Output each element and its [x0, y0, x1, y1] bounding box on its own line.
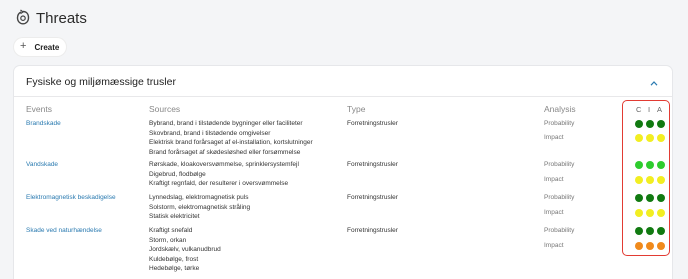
- probability-dots: [635, 161, 665, 169]
- impact-dots: [635, 176, 665, 184]
- integrity-dot: [646, 242, 654, 250]
- source-item: Kraftigt snefald: [149, 227, 193, 234]
- availability-dot: [657, 227, 665, 235]
- create-button[interactable]: + Create: [14, 38, 67, 56]
- probability-dots: [635, 227, 665, 235]
- chevron-up-icon[interactable]: [650, 81, 658, 86]
- availability-dot: [657, 176, 665, 184]
- event-link[interactable]: Vandskade: [26, 160, 58, 170]
- event-link[interactable]: Elektromagnetisk beskadigelse: [26, 193, 116, 203]
- confidentiality-dot: [635, 120, 643, 128]
- availability-dot: [657, 194, 665, 202]
- logo-icon: [16, 9, 30, 25]
- threat-type: Forretningstrusler: [347, 161, 398, 168]
- column-header-integrity: I: [648, 105, 651, 114]
- event-link[interactable]: Brandskade: [26, 119, 61, 129]
- source-item: Skovbrand, brand i tilstødende omgivelse…: [149, 129, 271, 137]
- confidentiality-dot: [635, 161, 643, 169]
- probability-label: Probability: [544, 227, 575, 234]
- probability-dots: [635, 194, 665, 202]
- probability-label: Probability: [544, 161, 575, 168]
- page-title: Threats: [36, 10, 87, 27]
- card-divider: [14, 96, 672, 97]
- column-header-sources: Sources: [149, 104, 181, 114]
- probability-dots: [635, 120, 665, 128]
- probability-label: Probability: [544, 120, 575, 127]
- impact-label: Impact: [544, 242, 564, 249]
- availability-dot: [657, 161, 665, 169]
- source-item: Brand forårsaget af skødesløshed eller f…: [149, 148, 301, 156]
- availability-dot: [657, 242, 665, 250]
- confidentiality-dot: [635, 134, 643, 142]
- sources-list: Lynnedslag, elektromagnetisk puls Solsto…: [149, 193, 250, 222]
- confidentiality-dot: [635, 194, 643, 202]
- threat-type: Forretningstrusler: [347, 194, 398, 201]
- integrity-dot: [646, 194, 654, 202]
- threat-category-card: Fysiske og miljømæssige trusler Events S…: [14, 66, 672, 279]
- source-item: Statisk elektricitet: [149, 213, 200, 220]
- page-header: Threats: [16, 8, 87, 27]
- column-header-type: Type: [347, 104, 366, 114]
- availability-dot: [657, 134, 665, 142]
- availability-dot: [657, 120, 665, 128]
- source-item: Solstorm, elektromagnetisk stråling: [149, 203, 251, 211]
- sources-list: Rørskade, kloakoversvømmelse, sprinklers…: [149, 160, 299, 189]
- source-item: Jordskælv, vulkanudbrud: [149, 246, 221, 253]
- source-item: Kraftigt regnfald, der resulterer i over…: [149, 180, 289, 187]
- event-link[interactable]: Skade ved naturhændelse: [26, 226, 102, 236]
- source-item: Bybrand, brand i tilstødende bygninger e…: [149, 120, 303, 127]
- confidentiality-dot: [635, 209, 643, 217]
- integrity-dot: [646, 120, 654, 128]
- impact-label: Impact: [544, 209, 564, 216]
- threat-type: Forretningstrusler: [347, 120, 398, 127]
- threat-type: Forretningstrusler: [347, 227, 398, 234]
- impact-dots: [635, 134, 665, 142]
- confidentiality-dot: [635, 176, 643, 184]
- column-header-availability: A: [657, 105, 663, 114]
- impact-dots: [635, 242, 665, 250]
- impact-dots: [635, 209, 665, 217]
- column-header-events: Events: [26, 104, 52, 114]
- source-item: Storm, orkan: [149, 236, 187, 244]
- availability-dot: [657, 209, 665, 217]
- source-item: Lynnedslag, elektromagnetisk puls: [149, 194, 249, 201]
- integrity-dot: [646, 134, 654, 142]
- create-button-label: Create: [34, 42, 60, 52]
- integrity-dot: [646, 161, 654, 169]
- confidentiality-dot: [635, 227, 643, 235]
- integrity-dot: [646, 176, 654, 184]
- sources-list: Bybrand, brand i tilstødende bygninger e…: [149, 119, 313, 157]
- column-header-confidentiality: C: [636, 105, 642, 114]
- integrity-dot: [646, 209, 654, 217]
- integrity-dot: [646, 227, 654, 235]
- confidentiality-dot: [635, 242, 643, 250]
- source-item: Digebrud, flodbølge: [149, 170, 206, 178]
- source-item: Hedebølge, tørke: [149, 265, 200, 272]
- impact-label: Impact: [544, 134, 564, 141]
- source-item: Rørskade, kloakoversvømmelse, sprinklers…: [149, 161, 299, 168]
- sources-list: Kraftigt snefald Storm, orkan Jordskælv,…: [149, 226, 221, 274]
- source-item: Kuldebølge, frost: [149, 255, 199, 263]
- impact-label: Impact: [544, 176, 564, 183]
- probability-label: Probability: [544, 194, 575, 201]
- plus-icon: +: [20, 40, 27, 52]
- source-item: Elektrisk brand forårsaget af el-install…: [149, 139, 313, 146]
- card-title: Fysiske og miljømæssige trusler: [26, 76, 176, 88]
- column-header-analysis: Analysis: [544, 104, 576, 114]
